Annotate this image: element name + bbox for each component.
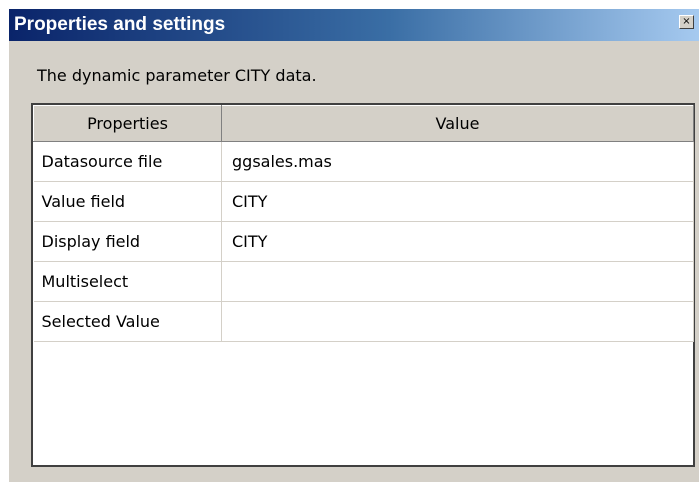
title-bar[interactable]: Properties and settings × (9, 9, 699, 41)
column-header-value[interactable]: Value (221, 105, 694, 142)
properties-table: Properties Value Datasource file ggsales… (33, 105, 694, 342)
property-value-cell[interactable] (221, 301, 694, 342)
table-row[interactable]: Display field CITY (33, 221, 694, 262)
close-icon: × (682, 16, 691, 27)
table-row[interactable]: Datasource file ggsales.mas (33, 141, 694, 182)
properties-dialog: Properties and settings × The dynamic pa… (8, 8, 699, 482)
property-value-cell[interactable]: ggsales.mas (221, 141, 694, 182)
property-name-cell: Datasource file (33, 141, 222, 182)
table-row[interactable]: Value field CITY (33, 181, 694, 222)
property-name-cell: Selected Value (33, 301, 222, 342)
table-row[interactable]: Selected Value (33, 301, 694, 342)
property-value-cell[interactable] (221, 261, 694, 302)
property-name-cell: Display field (33, 221, 222, 262)
property-name-cell: Value field (33, 181, 222, 222)
dialog-description: The dynamic parameter CITY data. (37, 66, 317, 85)
property-value-cell[interactable]: CITY (221, 181, 694, 222)
property-name-cell: Multiselect (33, 261, 222, 302)
column-header-properties[interactable]: Properties (33, 105, 222, 142)
dialog-title: Properties and settings (14, 14, 226, 35)
close-button[interactable]: × (679, 15, 694, 29)
properties-grid: Properties Value Datasource file ggsales… (31, 103, 695, 467)
property-value-cell[interactable]: CITY (221, 221, 694, 262)
table-row[interactable]: Multiselect (33, 261, 694, 302)
header-row: Properties Value (33, 105, 694, 142)
